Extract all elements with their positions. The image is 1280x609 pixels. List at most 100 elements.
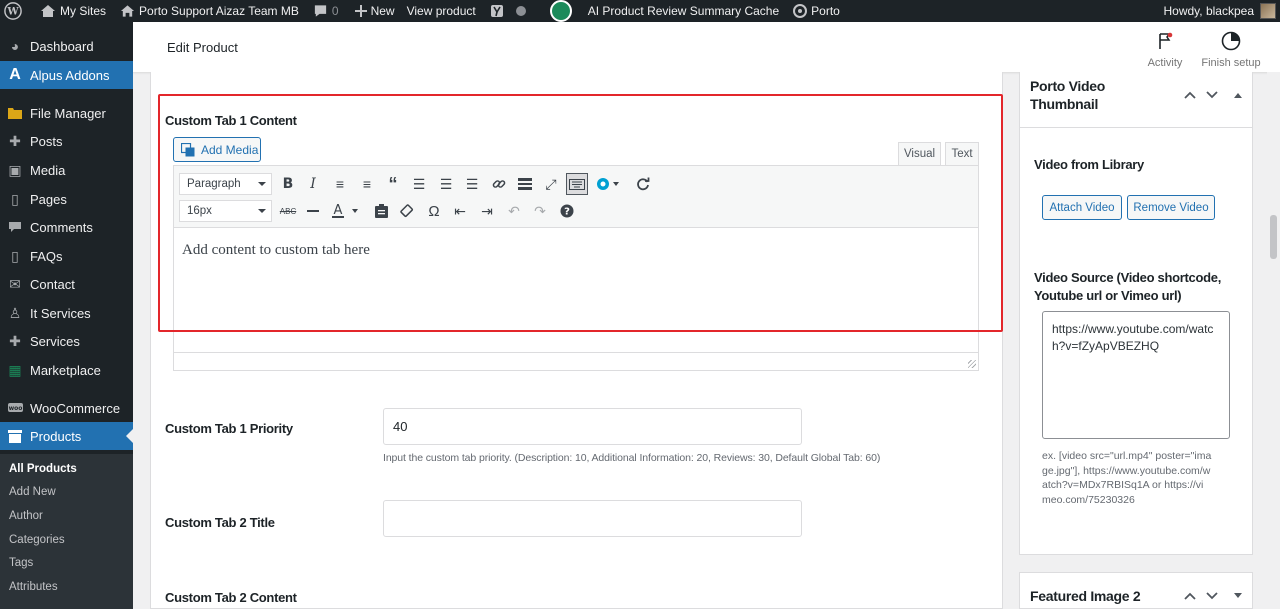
link-icon[interactable] [488,173,510,195]
yoast-seo-menu[interactable] [482,0,532,22]
visual-tab[interactable]: Visual [898,142,941,166]
view-product-link[interactable]: View product [401,0,482,22]
read-more-icon[interactable] [514,173,536,195]
plugin-logo-icon [549,0,572,22]
my-sites-label: My Sites [60,4,107,18]
custom-tab-1-priority-input[interactable]: 40 [383,408,802,445]
sidebar-item-comments[interactable]: Comments [0,213,133,241]
numbered-list-icon[interactable]: ≡ [356,173,378,195]
sidebar-item-label: FAQs [30,248,63,264]
move-down-icon[interactable] [1204,588,1220,604]
undo-icon[interactable]: ↶ [503,200,525,222]
metabox-title: Featured Image 2 [1030,588,1141,604]
move-down-icon[interactable] [1204,87,1220,103]
sidebar-item-media[interactable]: ▣ Media [0,156,133,184]
sidebar-item-posts[interactable]: ✚ Posts [0,127,133,155]
strikethrough-icon[interactable]: ABC [277,200,299,222]
add-media-icon [181,142,195,157]
porto-menu[interactable]: Porto [785,0,846,22]
align-center-icon[interactable]: ☰ [435,173,457,195]
italic-icon[interactable]: I [302,173,324,195]
sidebar-item-woocommerce[interactable]: woo WooCommerce [0,394,133,422]
sidebar-item-file-manager[interactable]: File Manager [0,99,133,127]
bullet-list-icon[interactable]: ≡ [329,173,351,195]
sidebar-item-pages[interactable]: ▯ Pages [0,185,133,213]
horizontal-line-icon[interactable] [302,200,324,222]
submenu-add-new[interactable]: Add New [9,486,56,498]
sidebar-item-contact[interactable]: ✉ Contact [0,270,133,298]
scrollbar-thumb[interactable] [1270,215,1277,259]
activity-button[interactable]: Activity [1145,30,1185,69]
sidebar-item-faqs[interactable]: ▯ FAQs [0,242,133,270]
blockquote-icon[interactable]: “ [382,173,404,195]
porto-icon [793,4,808,18]
custom-tab-2-title-label: Custom Tab 2 Title [165,515,275,530]
text-color-icon[interactable]: A [329,200,363,222]
indent-icon[interactable]: ⇥ [476,200,498,222]
fullscreen-icon[interactable]: ⤢ [540,173,562,195]
sidebar-item-marketplace[interactable]: ▦ Marketplace [0,356,133,384]
view-product-label: View product [406,4,476,18]
submenu-attributes[interactable]: Attributes [9,581,58,593]
wysiwyg-editor: Paragraph B I ≡ ≡ “ ☰ ☰ ☰ ⤢ 16px ABC A Ω… [173,165,979,371]
priority-help-text: Input the custom tab priority. (Descript… [383,452,881,464]
seo-status-dot-icon [515,6,526,16]
account-menu[interactable]: Howdy, blackpea [1164,0,1280,22]
font-size-select[interactable]: 16px [179,200,272,222]
sidebar-item-products[interactable]: Products [0,422,133,450]
submenu-all-products[interactable]: All Products [9,463,77,475]
my-sites-icon [41,5,55,17]
redo-icon[interactable]: ↷ [529,200,551,222]
sidebar-item-label: Contact [30,276,75,292]
person-icon: ♙ [8,304,22,321]
svg-text:?: ? [564,207,570,218]
special-character-icon[interactable]: Ω [423,200,445,222]
submenu-categories[interactable]: Categories [9,534,65,546]
finish-setup-label: Finish setup [1201,57,1261,69]
submenu-author[interactable]: Author [9,510,43,522]
custom-tab-2-title-input[interactable] [383,500,802,537]
ai-review-cache-menu[interactable]: AI Product Review Summary Cache [532,0,785,22]
submenu-tags[interactable]: Tags [9,557,33,569]
toolbar-toggle-icon[interactable] [566,173,588,195]
outdent-icon[interactable]: ⇤ [449,200,471,222]
collapse-toggle-icon[interactable] [1230,87,1246,103]
bold-icon[interactable]: B [277,173,299,195]
sidebar-item-label: Services [30,333,80,349]
editor-content-area[interactable]: Add content to custom tab here [174,228,978,352]
sidebar-item-it-services[interactable]: ♙ It Services [0,299,133,327]
align-right-icon[interactable]: ☰ [461,173,483,195]
paste-text-icon[interactable] [370,200,392,222]
new-label: New [370,4,395,18]
finish-setup-button[interactable]: Finish setup [1201,30,1261,69]
text-tab[interactable]: Text [945,142,979,166]
sidebar-item-dashboard[interactable]: ◕ Dashboard [0,32,133,60]
refresh-icon[interactable] [632,173,654,195]
move-up-icon[interactable] [1182,87,1198,103]
sidebar-item-label: Alpus Addons [30,67,110,83]
admin-bar: W My Sites Porto Support Aizaz Team MB 0… [0,0,1280,22]
attach-video-button[interactable]: Attach Video [1042,195,1122,220]
porto-shortcode-icon[interactable] [594,173,624,195]
remove-video-button[interactable]: Remove Video [1127,195,1215,220]
sidebar-item-services[interactable]: ✚ Services [0,327,133,355]
format-select[interactable]: Paragraph [179,173,272,195]
move-up-icon[interactable] [1182,588,1198,604]
video-source-textarea[interactable]: https://www.youtube.com/watch?v=fZyApVBE… [1042,311,1230,439]
new-content-menu[interactable]: New [345,0,401,22]
collapse-toggle-icon[interactable] [1230,588,1246,604]
my-sites-menu[interactable]: My Sites [32,0,112,22]
page-scrollbar[interactable] [1267,72,1280,609]
sidebar-item-alpus-addons[interactable]: A Alpus Addons [0,61,133,89]
help-icon[interactable]: ? [556,200,578,222]
resize-handle-icon[interactable] [968,360,976,368]
clear-formatting-icon[interactable] [396,200,418,222]
cache-label: AI Product Review Summary Cache [587,4,780,18]
alpus-logo-icon: A [9,66,21,83]
comments-menu[interactable]: 0 [305,0,345,22]
align-left-icon[interactable]: ☰ [408,173,430,195]
metabox-title: Porto Video Thumbnail [1030,78,1106,112]
site-name-menu[interactable]: Porto Support Aizaz Team MB [112,0,305,22]
wordpress-logo-button[interactable]: W [0,0,32,22]
add-media-button[interactable]: Add Media [173,137,261,162]
